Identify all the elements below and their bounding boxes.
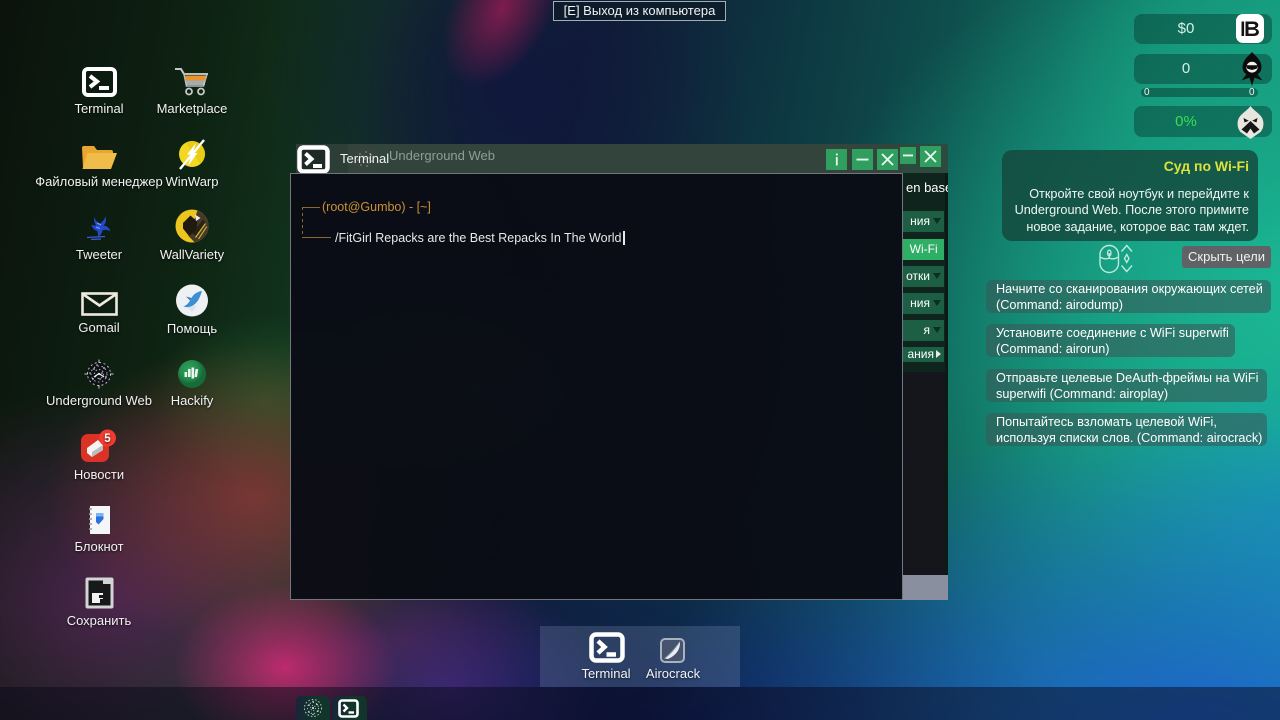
svg-text:5: 5 bbox=[104, 433, 111, 445]
